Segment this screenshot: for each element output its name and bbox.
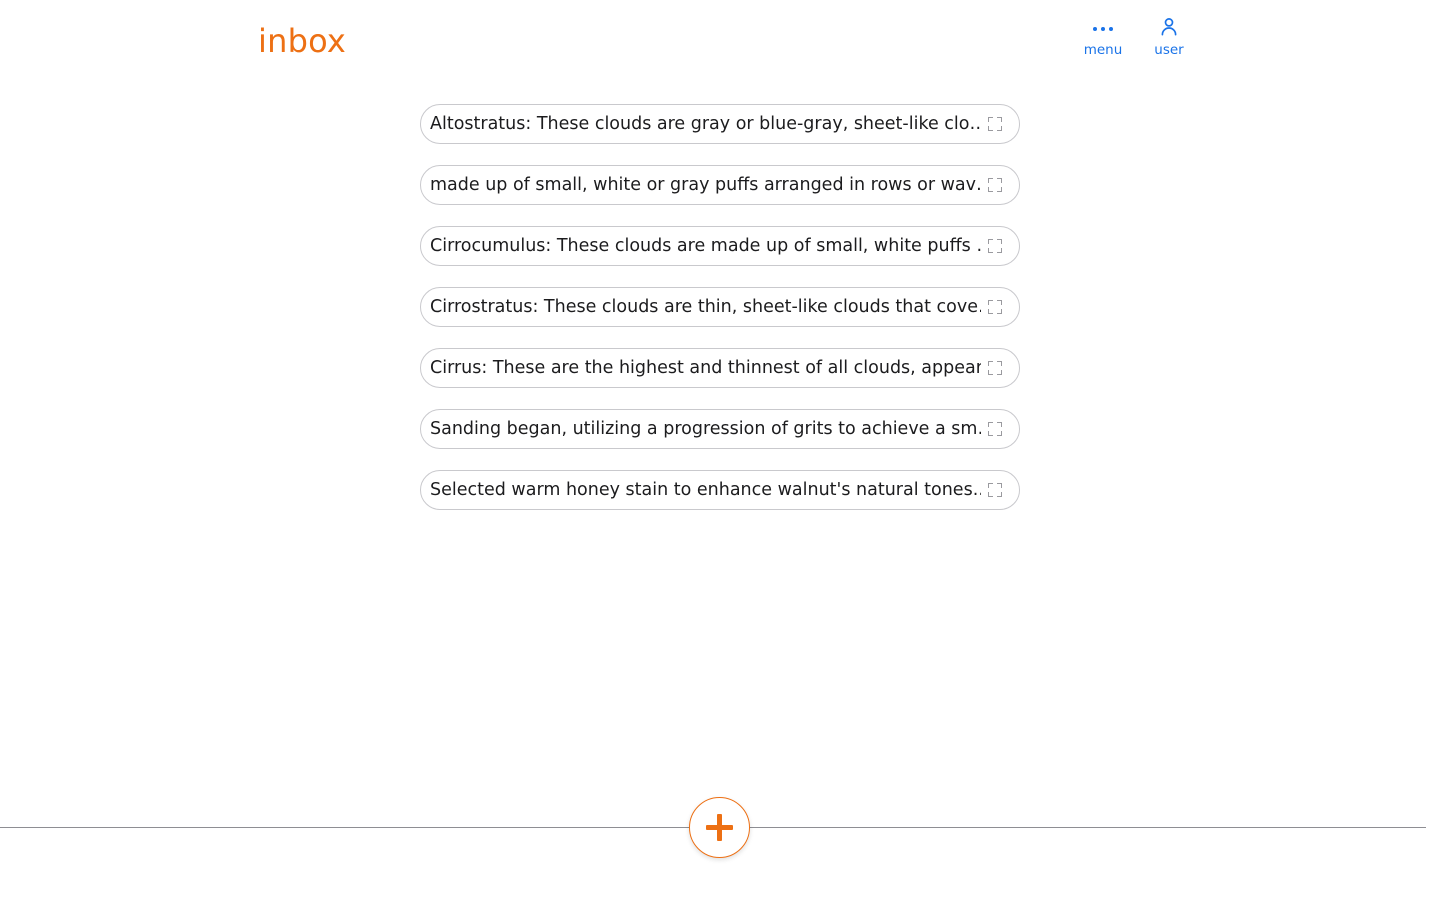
list-item-text: Cirrocumulus: These clouds are made up o… <box>430 236 981 256</box>
three-dots-icon <box>1092 14 1114 40</box>
list-item-text: Cirrostratus: These clouds are thin, she… <box>430 297 981 317</box>
list-item-text: Selected warm honey stain to enhance wal… <box>430 480 981 500</box>
expand-icon <box>988 300 1002 314</box>
expand-button[interactable] <box>981 476 1009 504</box>
list-item[interactable]: Cirrus: These are the highest and thinne… <box>420 348 1020 388</box>
user-button-label: user <box>1154 42 1184 58</box>
message-list: Altostratus: These clouds are gray or bl… <box>420 104 1020 510</box>
expand-icon <box>988 117 1002 131</box>
expand-icon <box>988 483 1002 497</box>
list-item[interactable]: Sanding began, utilizing a progression o… <box>420 409 1020 449</box>
list-item[interactable]: Selected warm honey stain to enhance wal… <box>420 470 1020 510</box>
expand-button[interactable] <box>981 232 1009 260</box>
header-actions: menu user <box>1080 14 1440 58</box>
expand-button[interactable] <box>981 110 1009 138</box>
menu-button[interactable]: menu <box>1080 14 1126 58</box>
expand-icon <box>988 361 1002 375</box>
expand-icon <box>988 239 1002 253</box>
list-item[interactable]: made up of small, white or gray puffs ar… <box>420 165 1020 205</box>
expand-button[interactable] <box>981 354 1009 382</box>
menu-button-label: menu <box>1083 42 1123 58</box>
add-button[interactable] <box>689 797 750 858</box>
app-root: inbox menu user Altostratus: These cloud… <box>0 0 1440 900</box>
list-item[interactable]: Altostratus: These clouds are gray or bl… <box>420 104 1020 144</box>
plus-icon <box>706 814 733 841</box>
list-item-text: made up of small, white or gray puffs ar… <box>430 175 981 195</box>
expand-icon <box>988 422 1002 436</box>
expand-icon <box>988 178 1002 192</box>
expand-button[interactable] <box>981 293 1009 321</box>
page-title: inbox <box>258 22 347 60</box>
list-item-text: Cirrus: These are the highest and thinne… <box>430 358 981 378</box>
user-button[interactable]: user <box>1146 14 1192 58</box>
expand-button[interactable] <box>981 171 1009 199</box>
list-item-text: Altostratus: These clouds are gray or bl… <box>430 114 981 134</box>
list-item[interactable]: Cirrocumulus: These clouds are made up o… <box>420 226 1020 266</box>
list-item[interactable]: Cirrostratus: These clouds are thin, she… <box>420 287 1020 327</box>
list-item-text: Sanding began, utilizing a progression o… <box>430 419 981 439</box>
user-avatar-icon <box>1158 14 1180 40</box>
app-header: inbox menu user <box>0 0 1440 82</box>
expand-button[interactable] <box>981 415 1009 443</box>
